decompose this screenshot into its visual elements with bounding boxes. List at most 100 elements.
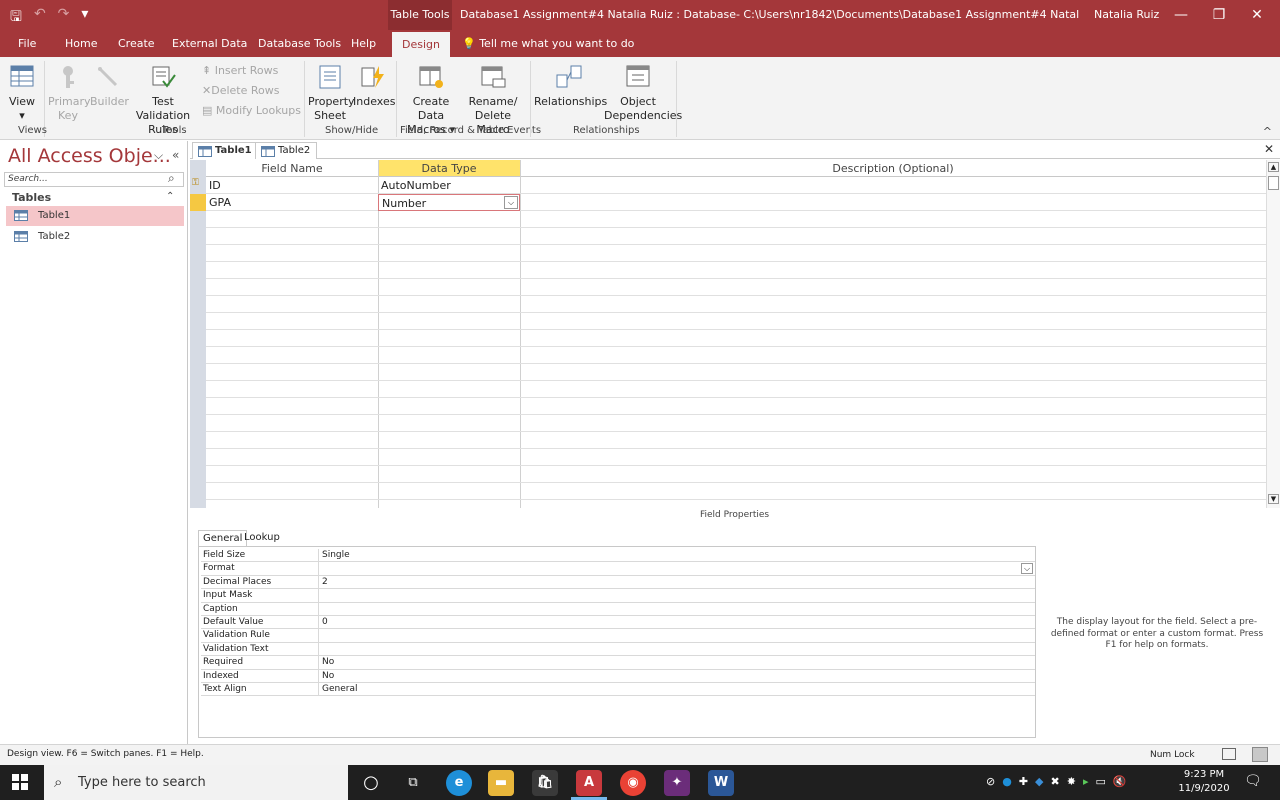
access-app-icon[interactable]: A: [576, 770, 602, 796]
table-row[interactable]: [206, 364, 1266, 381]
scroll-down-icon[interactable]: ▼: [1268, 494, 1279, 504]
property-row[interactable]: Default Value 0: [201, 616, 1035, 630]
property-value[interactable]: 0: [322, 616, 328, 629]
app-tray-icon[interactable]: ✚: [1019, 775, 1028, 788]
file-explorer-icon[interactable]: ▬: [488, 770, 514, 796]
property-value[interactable]: General: [322, 683, 357, 696]
undo-icon[interactable]: ↶: [34, 6, 46, 30]
shutter-bar-icon[interactable]: «: [172, 148, 179, 162]
volume-mute-icon[interactable]: 🔇: [1113, 775, 1127, 788]
table-row[interactable]: [206, 313, 1266, 330]
property-row[interactable]: Decimal Places 2: [201, 575, 1035, 590]
search-icon[interactable]: ⌕: [168, 171, 175, 186]
network-off-icon[interactable]: ⊘: [986, 775, 995, 788]
property-row[interactable]: Caption: [201, 602, 1035, 616]
doc-tab-table1[interactable]: Table1: [192, 142, 259, 159]
indexes-button[interactable]: Indexes: [353, 63, 395, 109]
table-row-selected[interactable]: GPA Number ⌵: [190, 194, 1266, 211]
save-icon[interactable]: 🖫: [10, 6, 22, 30]
property-row[interactable]: Format ⌵: [201, 562, 1035, 576]
property-row[interactable]: Validation Rule: [201, 629, 1035, 643]
nav-search-input[interactable]: Search...: [4, 172, 184, 187]
description-cell[interactable]: [520, 194, 1266, 211]
table-row[interactable]: [206, 483, 1266, 500]
user-name[interactable]: Natalia Ruiz: [1094, 0, 1159, 30]
tab-design[interactable]: Design: [392, 32, 450, 57]
table-row[interactable]: [206, 279, 1266, 296]
table-row[interactable]: [206, 245, 1266, 262]
table-row[interactable]: [206, 330, 1266, 347]
close-button[interactable]: ✕: [1238, 0, 1276, 30]
table-row[interactable]: [206, 415, 1266, 432]
property-value[interactable]: No: [322, 656, 334, 669]
nav-pane-title[interactable]: All Access Obje...: [8, 145, 171, 167]
format-dropdown-icon[interactable]: ⌵: [1021, 563, 1033, 575]
close-document-icon[interactable]: ✕: [1264, 142, 1274, 156]
table-row[interactable]: [206, 228, 1266, 245]
taskbar-clock[interactable]: 9:23 PM 11/9/2020: [1176, 768, 1232, 796]
minimize-button[interactable]: —: [1162, 0, 1200, 30]
notification-icon[interactable]: 🗨: [1244, 773, 1262, 789]
cortana-icon[interactable]: ○: [358, 770, 384, 796]
nav-item-table1[interactable]: Table1: [6, 206, 184, 226]
tab-help[interactable]: Help: [349, 30, 378, 57]
field-name-cell[interactable]: GPA: [206, 194, 378, 211]
edge-browser-icon[interactable]: e: [446, 770, 472, 796]
app-icon[interactable]: ✦: [664, 770, 690, 796]
restore-button[interactable]: ❐: [1200, 0, 1238, 30]
scroll-up-icon[interactable]: ▲: [1268, 162, 1279, 172]
table-row[interactable]: ⚿ ID AutoNumber: [192, 177, 1266, 194]
property-sheet-button[interactable]: Property Sheet: [308, 63, 355, 123]
design-view-icon[interactable]: [1252, 747, 1268, 762]
relationships-button[interactable]: Relationships: [534, 63, 607, 109]
nav-item-table2[interactable]: Table2: [6, 227, 184, 247]
tab-external-data[interactable]: External Data: [170, 30, 249, 57]
field-name-cell[interactable]: ID: [206, 177, 378, 194]
primary-key-button[interactable]: Primary Key: [48, 63, 91, 123]
property-row[interactable]: Field Size Single: [201, 549, 1035, 563]
network-icon[interactable]: ▭: [1095, 775, 1105, 788]
doc-tab-table2[interactable]: Table2: [255, 142, 318, 159]
app-tray-icon[interactable]: ◆: [1035, 775, 1043, 788]
app-tray-icon[interactable]: ▸: [1083, 775, 1089, 788]
property-value[interactable]: Single: [322, 549, 350, 562]
description-cell[interactable]: [520, 177, 1266, 194]
table-row[interactable]: [206, 381, 1266, 398]
collapse-group-icon[interactable]: ⌃: [166, 191, 174, 202]
windows-start-icon[interactable]: [12, 774, 28, 790]
table-row[interactable]: [206, 432, 1266, 449]
property-row[interactable]: Required No: [201, 656, 1035, 670]
view-button[interactable]: View ▾: [6, 63, 38, 123]
object-dependencies-button[interactable]: Object Dependencies: [604, 63, 682, 123]
builder-button[interactable]: Builder: [90, 63, 129, 109]
app-tray-icon[interactable]: ✸: [1067, 775, 1076, 788]
table-row[interactable]: [206, 466, 1266, 483]
modify-lookups-button[interactable]: ▤ Modify Lookups: [202, 104, 301, 117]
chevron-down-icon[interactable]: ⌵: [504, 196, 518, 209]
task-view-icon[interactable]: ⧉: [400, 770, 426, 796]
tab-home[interactable]: Home: [63, 30, 99, 57]
table-row[interactable]: [206, 398, 1266, 415]
table-row[interactable]: [206, 211, 1266, 228]
customize-qat-icon[interactable]: ▾: [81, 6, 88, 30]
property-row[interactable]: Indexed No: [201, 669, 1035, 683]
data-type-dropdown[interactable]: Number ⌵: [378, 194, 520, 211]
data-type-cell[interactable]: AutoNumber: [378, 177, 520, 194]
delete-rows-button[interactable]: ✕Delete Rows: [202, 84, 279, 97]
store-icon[interactable]: 🛍: [532, 770, 558, 796]
grid-vertical-scrollbar[interactable]: ▲ ▼: [1266, 160, 1280, 508]
table-row[interactable]: [206, 262, 1266, 279]
nav-menu-icon[interactable]: ⌵: [154, 148, 163, 163]
tab-lookup[interactable]: Lookup: [240, 530, 284, 547]
insert-rows-button[interactable]: ⇞ Insert Rows: [202, 64, 278, 77]
app-tray-icon[interactable]: ✖: [1051, 775, 1060, 788]
redo-icon[interactable]: ↷: [58, 6, 70, 30]
taskbar-search-input[interactable]: ⌕ Type here to search: [44, 765, 348, 800]
nav-group-tables[interactable]: Tables: [12, 191, 51, 204]
app-tray-icon[interactable]: ●: [1002, 775, 1012, 788]
datasheet-view-icon[interactable]: [1222, 748, 1236, 760]
property-value[interactable]: 2: [322, 576, 328, 589]
collapse-ribbon-icon[interactable]: ^: [1263, 125, 1272, 138]
tell-me-box[interactable]: 💡 Tell me what you want to do: [462, 30, 634, 57]
chrome-icon[interactable]: ◉: [620, 770, 646, 796]
